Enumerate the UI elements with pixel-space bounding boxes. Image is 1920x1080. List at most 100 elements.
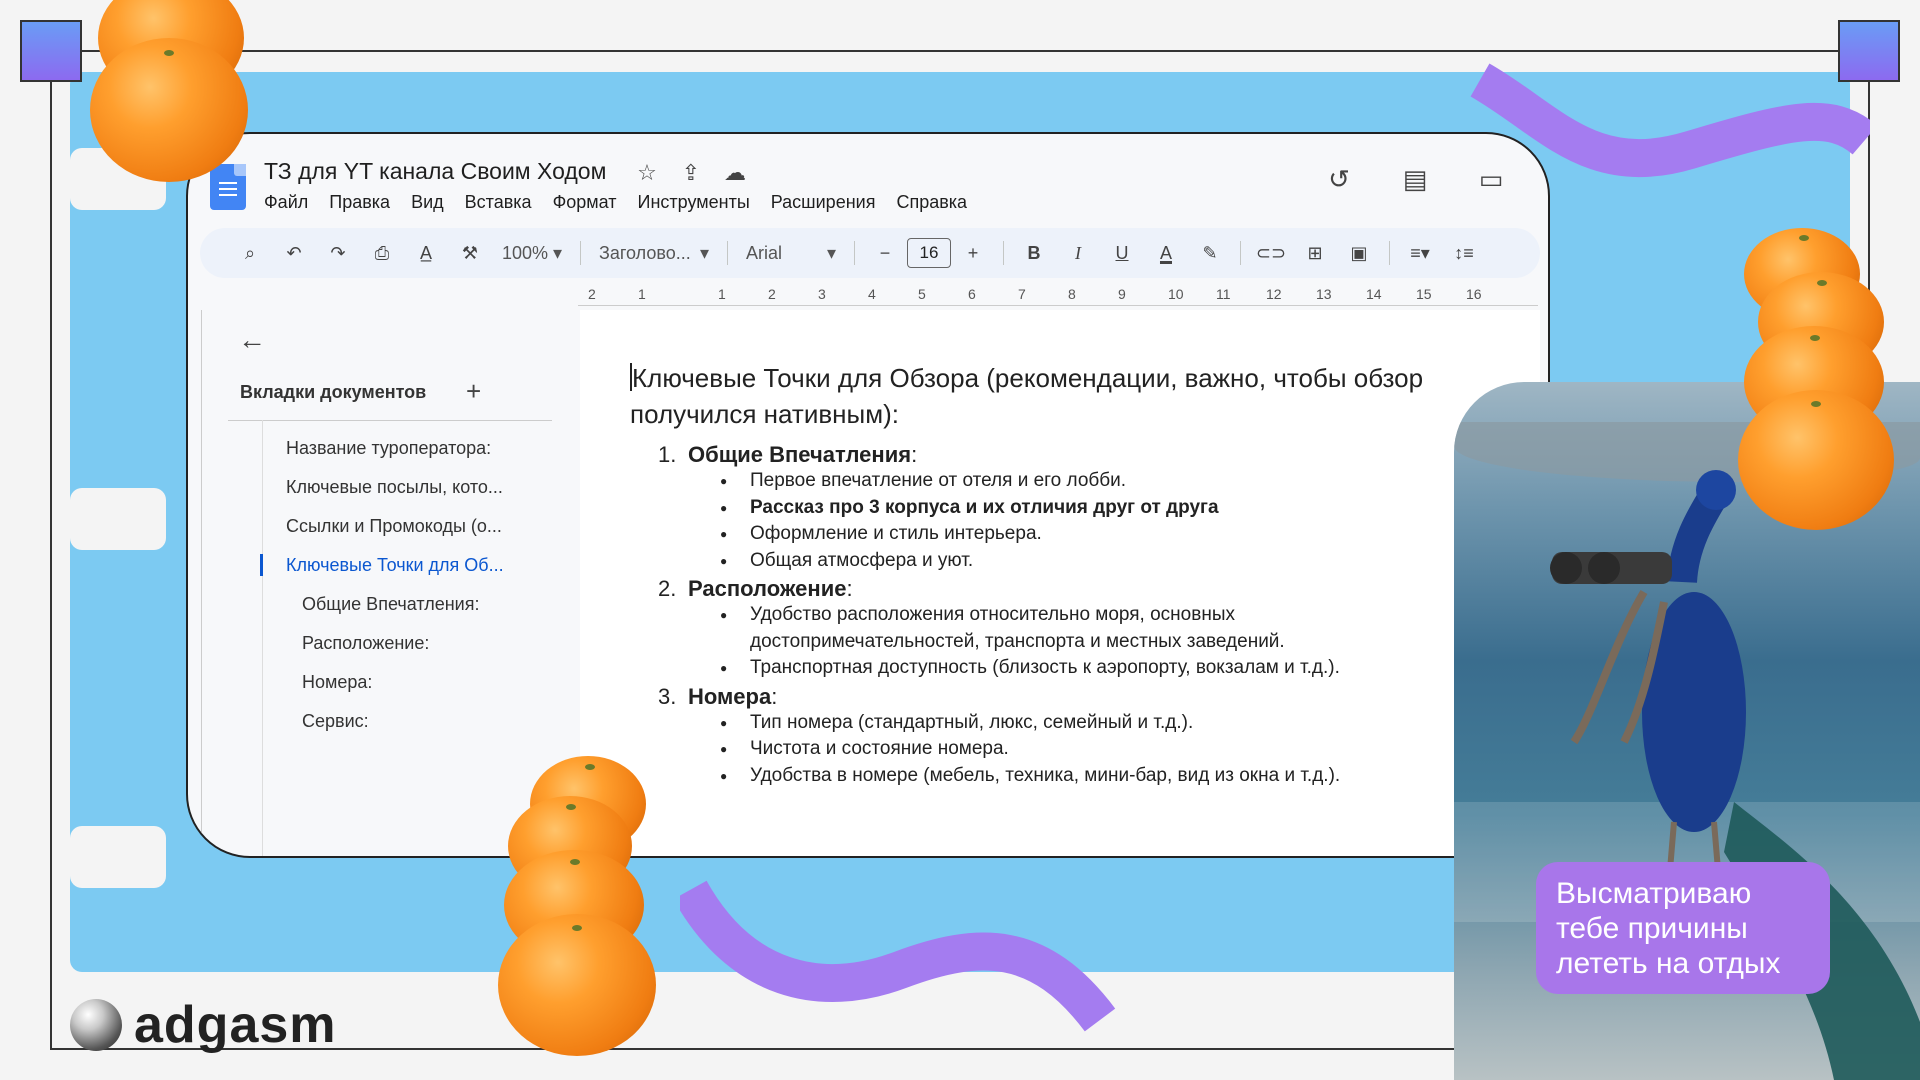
ruler-tick-label: 12 — [1266, 286, 1282, 302]
ruler-tick-label: 1 — [638, 286, 646, 302]
ruler-tick-label: 16 — [1466, 286, 1482, 302]
meet-icon[interactable]: ▭ — [1476, 164, 1506, 195]
undo-icon[interactable]: ↶ — [272, 235, 316, 271]
menu-file[interactable]: Файл — [264, 192, 308, 213]
frame-notch — [70, 488, 166, 550]
decrease-font-size-button[interactable]: − — [863, 235, 907, 271]
outline-subitem[interactable]: Расположение: — [302, 633, 429, 654]
ruler-tick-label: 5 — [918, 286, 926, 302]
ruler-tick-label: 10 — [1168, 286, 1184, 302]
link-icon[interactable]: ⊂⊃ — [1249, 235, 1293, 271]
outline-item-active[interactable]: Ключевые Точки для Об... — [286, 555, 504, 576]
star-icon[interactable]: ☆ — [634, 160, 660, 186]
outline-guide — [262, 420, 263, 856]
ruler-tick-label: 4 — [868, 286, 876, 302]
chevron-down-icon: ▾ — [552, 242, 562, 263]
menu-help[interactable]: Справка — [896, 192, 967, 213]
bold-icon[interactable]: B — [1012, 235, 1056, 271]
menu-extensions[interactable]: Расширения — [771, 192, 876, 213]
header-actions: ↺ ▤ ▭ — [1324, 164, 1506, 195]
bullet-item: Рассказ про 3 корпуса и их отличия друг … — [658, 495, 1458, 522]
active-indicator — [260, 554, 263, 576]
ruler-tick-label: 15 — [1416, 286, 1432, 302]
bullet-item: Удобство расположения относительно моря,… — [658, 602, 1338, 655]
outline-item[interactable]: Название туроператора: — [286, 438, 491, 459]
brand-logo: adgasm — [70, 995, 337, 1055]
ruler-tick-label: 1 — [718, 286, 726, 302]
underline-icon[interactable]: U — [1100, 235, 1144, 271]
paint-format-icon[interactable]: ⚒ — [448, 235, 492, 271]
align-icon[interactable]: ≡▾ — [1398, 235, 1442, 271]
document-title[interactable]: ТЗ для YT канала Своим Ходом — [264, 158, 606, 185]
tabs-heading: Вкладки документов — [240, 382, 427, 402]
menu-tools[interactable]: Инструменты — [638, 192, 750, 213]
bullet-item: Транспортная доступность (близость к аэр… — [658, 655, 1458, 682]
ruler-tick-label: 2 — [588, 286, 596, 302]
chevron-down-icon: ▾ — [699, 242, 709, 263]
outline-subitem[interactable]: Общие Впечатления: — [302, 594, 479, 615]
toolbar: ⌕ ↶ ↷ ⎙ A̲ ⚒ 100% ▾ Заголово... ▾ Arial … — [200, 228, 1540, 278]
add-comment-icon[interactable]: ⊞ — [1293, 235, 1337, 271]
menu-view[interactable]: Вид — [411, 192, 444, 213]
menu-edit[interactable]: Правка — [329, 192, 390, 213]
spellcheck-icon[interactable]: A̲ — [404, 235, 448, 271]
section-number: 3. — [658, 683, 677, 709]
back-arrow-icon[interactable]: ← — [238, 324, 266, 356]
document-page[interactable]: Ключевые Точки для Обзора (рекомендации,… — [580, 310, 1540, 856]
search-icon[interactable]: ⌕ — [228, 235, 272, 271]
italic-icon[interactable]: I — [1056, 235, 1100, 271]
corner-square — [20, 20, 82, 82]
font-size-input[interactable]: 16 — [907, 238, 951, 268]
section-colon: : — [771, 683, 778, 709]
drive-move-icon[interactable]: ⇪ — [678, 160, 704, 186]
cloud-status-icon[interactable]: ☁ — [722, 160, 748, 186]
ruler-tick-label: 7 — [1018, 286, 1026, 302]
history-icon[interactable]: ↺ — [1324, 164, 1354, 195]
bullet-item: Тип номера (стандартный, люкс, семейный … — [658, 710, 1458, 737]
text-color-icon[interactable]: A — [1144, 235, 1188, 271]
menu-bar: Файл Правка Вид Вставка Формат Инструмен… — [264, 192, 967, 213]
highlight-icon[interactable]: ✎ — [1188, 235, 1232, 271]
add-tab-button[interactable]: + — [466, 376, 481, 407]
divider — [228, 420, 552, 421]
line-spacing-icon[interactable]: ↕≡ — [1442, 235, 1486, 271]
zoom-select[interactable]: 100% ▾ — [492, 235, 572, 271]
outline-item[interactable]: Ссылки и Промокоды (о... — [286, 516, 502, 537]
divider — [1389, 241, 1390, 265]
menu-insert[interactable]: Вставка — [465, 192, 532, 213]
divider — [580, 241, 581, 265]
comments-icon[interactable]: ▤ — [1400, 164, 1430, 195]
style-select[interactable]: Заголово... ▾ — [589, 235, 719, 271]
caption-badge: Высматриваю тебе причины лететь на отдых — [1536, 862, 1830, 994]
outline-subitem[interactable]: Сервис: — [302, 711, 369, 732]
ruler-tick-label: 3 — [818, 286, 826, 302]
orange-decoration — [90, 38, 248, 182]
ruler-tick-label: 9 — [1118, 286, 1126, 302]
bullet-item: Удобства в номере (мебель, техника, мини… — [658, 763, 1458, 790]
outline-subitem[interactable]: Номера: — [302, 672, 372, 693]
section-heading: 3. Номера: — [658, 684, 1458, 710]
section-colon: : — [846, 576, 853, 601]
section-title: Номера — [688, 683, 772, 709]
section-heading: 2. Расположение: — [658, 576, 1458, 602]
section-colon: : — [911, 442, 918, 467]
ruler-tick-label: 14 — [1366, 286, 1382, 302]
document-tabs-sidebar: ← Вкладки документов + Название туропера… — [204, 310, 564, 856]
section-heading: 1. Общие Впечатления: — [658, 442, 1458, 468]
orange-decoration — [498, 914, 656, 1056]
doc-list: 1. Общие Впечатления: Первое впечатление … — [658, 440, 1458, 789]
redo-icon[interactable]: ↷ — [316, 235, 360, 271]
doc-heading-text: Ключевые Точки для Обзора (рекомендации,… — [630, 363, 1424, 429]
brand-sphere-icon — [70, 999, 122, 1051]
brand-name: adgasm — [134, 996, 337, 1054]
title-icons: ☆ ⇪ ☁ — [634, 160, 748, 186]
frame-notch — [70, 826, 166, 888]
print-icon[interactable]: ⎙ — [360, 235, 404, 271]
outline-item[interactable]: Ключевые посылы, кото... — [286, 477, 503, 498]
ruler-tick-label: 13 — [1316, 286, 1332, 302]
menu-format[interactable]: Формат — [553, 192, 617, 213]
increase-font-size-button[interactable]: + — [951, 235, 995, 271]
insert-image-icon[interactable]: ▣ — [1337, 235, 1381, 271]
font-select[interactable]: Arial ▾ — [736, 235, 846, 271]
section-number: 1. — [658, 442, 677, 467]
